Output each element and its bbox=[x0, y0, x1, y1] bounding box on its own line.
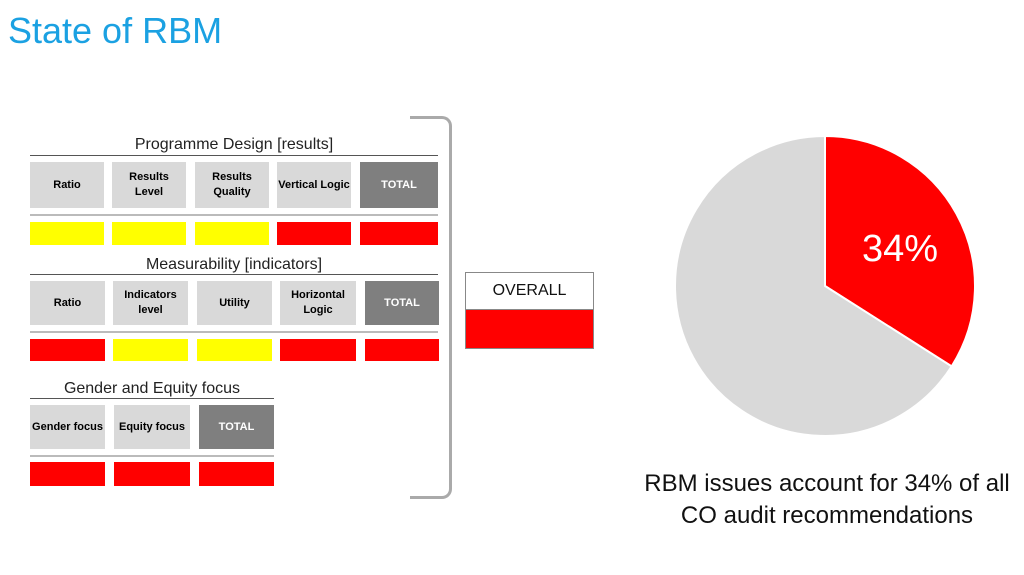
status-cell bbox=[114, 462, 190, 486]
header-gender-focus: Gender focus bbox=[30, 405, 105, 449]
status-cell bbox=[277, 222, 351, 245]
status-cell bbox=[195, 222, 269, 245]
header-ratio: Ratio bbox=[30, 162, 104, 208]
status-cell bbox=[30, 462, 105, 486]
grouping-bracket bbox=[410, 116, 452, 499]
section-rule bbox=[30, 274, 438, 275]
status-cell bbox=[30, 339, 105, 361]
section-divider bbox=[30, 331, 438, 333]
section-divider bbox=[30, 214, 438, 216]
overall-status bbox=[465, 310, 594, 349]
section-rule bbox=[30, 155, 438, 156]
section-rule bbox=[30, 398, 274, 399]
caption: RBM issues account for 34% of all CO aud… bbox=[644, 470, 1010, 529]
status-cell bbox=[112, 222, 186, 245]
header-vertical-logic: Vertical Logic bbox=[277, 162, 351, 208]
header-utility: Utility bbox=[197, 281, 272, 325]
overall-label: OVERALL bbox=[465, 272, 594, 310]
header-ratio: Ratio bbox=[30, 281, 105, 325]
section-title-gender-equity: Gender and Equity focus bbox=[63, 380, 241, 397]
pie-data-label: 34% bbox=[862, 228, 939, 270]
header-equity-focus: Equity focus bbox=[114, 405, 190, 449]
section-title-programme-design: Programme Design [results] bbox=[134, 136, 334, 153]
header-total: TOTAL bbox=[199, 405, 274, 449]
pie-chart bbox=[674, 134, 976, 437]
status-cell bbox=[197, 339, 272, 361]
section-divider bbox=[30, 455, 274, 457]
page-title: State of RBM bbox=[8, 10, 223, 51]
header-results-quality: Results Quality bbox=[195, 162, 269, 208]
status-cell bbox=[113, 339, 188, 361]
section-title-measurability: Measurability [indicators] bbox=[145, 256, 323, 273]
header-horizontal-logic: Horizontal Logic bbox=[280, 281, 356, 325]
status-cell bbox=[30, 222, 104, 245]
status-cell bbox=[280, 339, 356, 361]
header-indicators-level: Indicators level bbox=[113, 281, 188, 325]
status-cell bbox=[199, 462, 274, 486]
header-results-level: Results Level bbox=[112, 162, 186, 208]
